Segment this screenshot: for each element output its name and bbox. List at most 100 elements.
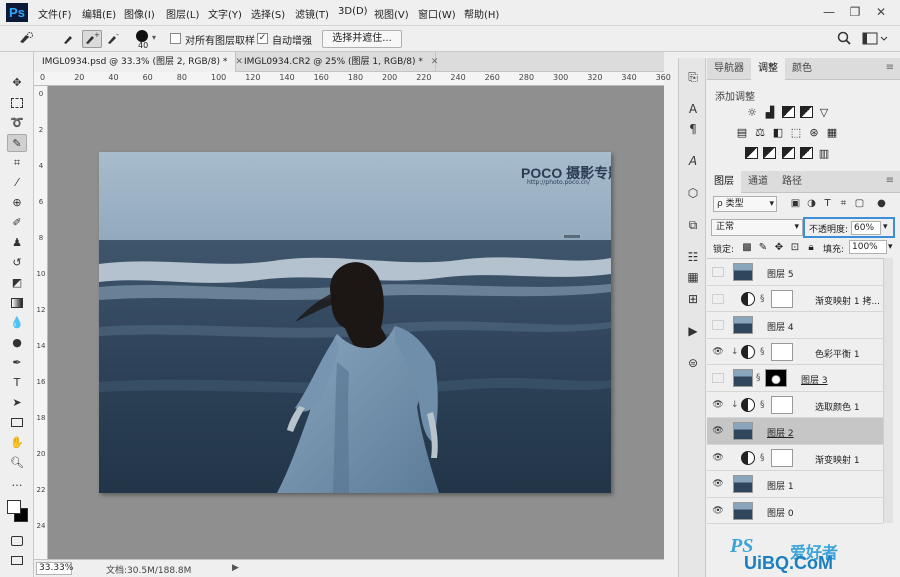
quick-mask-icon[interactable] (7, 532, 27, 550)
layer-filter-select[interactable]: ρ 类型 ▾ (713, 196, 777, 212)
photo-filter-icon[interactable]: ⬚ (789, 126, 803, 139)
color-lookup-icon[interactable]: ▦ (825, 126, 839, 139)
layer-thumbnail[interactable] (733, 316, 753, 334)
crop-tool-icon[interactable]: ⌗ (7, 154, 27, 172)
sample-all-layers-checkbox[interactable] (170, 33, 181, 44)
exposure-icon[interactable] (800, 106, 813, 118)
tab-adjustments[interactable]: 调整 (751, 58, 785, 80)
visibility-eye-icon[interactable]: 👁︎ (712, 506, 724, 516)
menu-help[interactable]: 帮助(H) (464, 6, 499, 21)
visibility-eye-icon[interactable] (712, 267, 724, 277)
channel-mixer-icon[interactable]: ⊛ (807, 126, 821, 139)
layer-thumbnail[interactable] (733, 501, 753, 520)
layer-mask-thumbnail[interactable] (771, 342, 793, 361)
doc-tab-psd[interactable]: IMGL0934.psd @ 33.3% (图层 2, RGB/8) * ✕ (34, 52, 243, 72)
layer-mask-thumbnail[interactable] (771, 448, 793, 467)
panel-menu-icon[interactable]: ≡ (886, 62, 894, 73)
layer-mask-thumbnail[interactable] (771, 395, 793, 414)
layer-row[interactable]: § 渐变映射 1 拷... (707, 286, 883, 312)
layer-mask-thumbnail[interactable] (771, 289, 793, 308)
brush-settings-panel-icon[interactable]: ⊞ (683, 290, 703, 308)
minimize-button[interactable]: — (818, 2, 840, 22)
menu-filter[interactable]: 滤镜(T) (295, 6, 329, 21)
fill-input[interactable]: 100% (849, 240, 887, 254)
menu-type[interactable]: 文字(Y) (208, 6, 242, 21)
blend-mode-select[interactable]: 正常 ▾ (711, 219, 803, 236)
visibility-eye-icon[interactable]: 👁︎ (712, 453, 724, 463)
chevron-down-icon[interactable]: ▾ (883, 222, 888, 232)
3d-panel-icon[interactable]: ⬡ (683, 184, 703, 202)
add-to-selection-brush-button[interactable]: + (82, 30, 102, 48)
vibrance-icon[interactable]: ▽ (817, 106, 831, 119)
screen-mode-icon[interactable] (7, 552, 27, 570)
rectangle-tool-icon[interactable] (7, 414, 27, 432)
filter-toggle-icon[interactable]: ● (875, 197, 888, 211)
layer-thumbnail[interactable] (733, 475, 753, 493)
layers-scrollbar[interactable] (883, 258, 893, 523)
brush-tool-icon[interactable]: ✐ (7, 214, 27, 232)
shape-filter-icon[interactable]: ⌗ (837, 197, 850, 211)
layer-thumbnail[interactable] (733, 263, 753, 281)
layer-thumbnail[interactable] (733, 369, 753, 387)
tab-color[interactable]: 颜色 (785, 58, 819, 80)
tab-navigator[interactable]: 导航器 (707, 58, 751, 80)
curves-icon[interactable] (782, 106, 795, 118)
threshold-icon[interactable] (782, 147, 795, 159)
layer-row[interactable]: 👁︎ 图层 1 (707, 471, 883, 498)
layer-mask-thumbnail[interactable] (765, 369, 787, 387)
color-balance-icon[interactable]: ⚖ (753, 126, 767, 139)
type-filter-icon[interactable]: T (821, 197, 834, 211)
paragraph-panel-icon[interactable]: ¶ (683, 120, 703, 138)
visibility-eye-icon[interactable] (712, 293, 724, 304)
clone-stamp-tool-icon[interactable]: ♟ (7, 234, 27, 252)
menu-edit[interactable]: 编辑(E) (82, 6, 116, 21)
lock-position-icon[interactable]: ✥ (773, 241, 785, 254)
layer-row[interactable]: 👁︎ ↓ § 色彩平衡 1 (707, 339, 883, 365)
doc-tab-cr2[interactable]: IMGL0934.CR2 @ 25% (图层 1, RGB/8) * ✕ (236, 52, 438, 72)
tab-paths[interactable]: 路径 (775, 171, 809, 193)
swatches-panel-icon[interactable]: ▦ (683, 268, 703, 286)
zoom-tool-icon[interactable]: 🔍︎ (7, 454, 27, 472)
zoom-field[interactable]: 33.33% (36, 562, 73, 575)
properties-panel-icon[interactable]: ☷ (683, 248, 703, 266)
layer-row[interactable]: 👁︎ ↓ § 选取颜色 1 (707, 392, 883, 418)
layer-row[interactable]: § 图层 3 (707, 365, 883, 392)
menu-layer[interactable]: 图层(L) (166, 6, 199, 21)
move-tool-icon[interactable]: ✥ (7, 74, 27, 92)
visibility-eye-icon[interactable]: 👁︎ (712, 347, 724, 357)
lock-artboard-icon[interactable]: ⊡ (789, 241, 801, 254)
subtract-selection-brush-button[interactable]: - (104, 30, 124, 48)
levels-icon[interactable]: ▟ (763, 106, 777, 119)
lasso-tool-icon[interactable]: ➰ (7, 114, 27, 132)
hand-tool-icon[interactable]: ✋ (7, 434, 27, 452)
new-selection-brush-button[interactable] (60, 30, 80, 48)
select-and-mask-button[interactable]: 选择并遮住... (322, 30, 402, 48)
black-white-icon[interactable]: ◧ (771, 126, 785, 139)
layer-row[interactable]: 👁︎ § 渐变映射 1 (707, 445, 883, 471)
lock-image-icon[interactable]: ✎ (757, 241, 769, 254)
layer-row[interactable]: 图层 5 (707, 259, 883, 286)
layer-row[interactable]: 👁︎ 图层 2 (707, 418, 883, 445)
glyphs-panel-icon[interactable]: A (683, 152, 703, 170)
menu-select[interactable]: 选择(S) (251, 6, 285, 21)
visibility-eye-icon[interactable] (712, 320, 724, 330)
restore-button[interactable]: ❐ (844, 2, 866, 22)
panel-menu-icon[interactable]: ≡ (886, 175, 894, 186)
eraser-tool-icon[interactable]: ◩ (7, 274, 27, 292)
layer-row[interactable]: 图层 4 (707, 312, 883, 339)
actions-panel-icon[interactable]: ▶ (683, 322, 703, 340)
tab-layers[interactable]: 图层 (707, 171, 741, 193)
clone-source-panel-icon[interactable]: ⧉ (683, 216, 703, 234)
opacity-input[interactable]: 60% (851, 221, 881, 235)
character-panel-icon[interactable]: A (683, 100, 703, 118)
menu-image[interactable]: 图像(I) (124, 6, 155, 21)
invert-icon[interactable] (745, 147, 758, 159)
marquee-tool-icon[interactable] (7, 94, 27, 112)
hue-saturation-icon[interactable]: ▤ (735, 126, 749, 139)
posterize-icon[interactable] (763, 147, 776, 159)
menu-view[interactable]: 视图(V) (374, 6, 409, 21)
visibility-eye-icon[interactable] (712, 373, 724, 383)
document-image[interactable]: POCO 摄影专题 http://photo.poco.cn/ (99, 152, 611, 493)
path-selection-tool-icon[interactable]: ➤ (7, 394, 27, 412)
visibility-eye-icon[interactable]: 👁︎ (712, 426, 724, 436)
